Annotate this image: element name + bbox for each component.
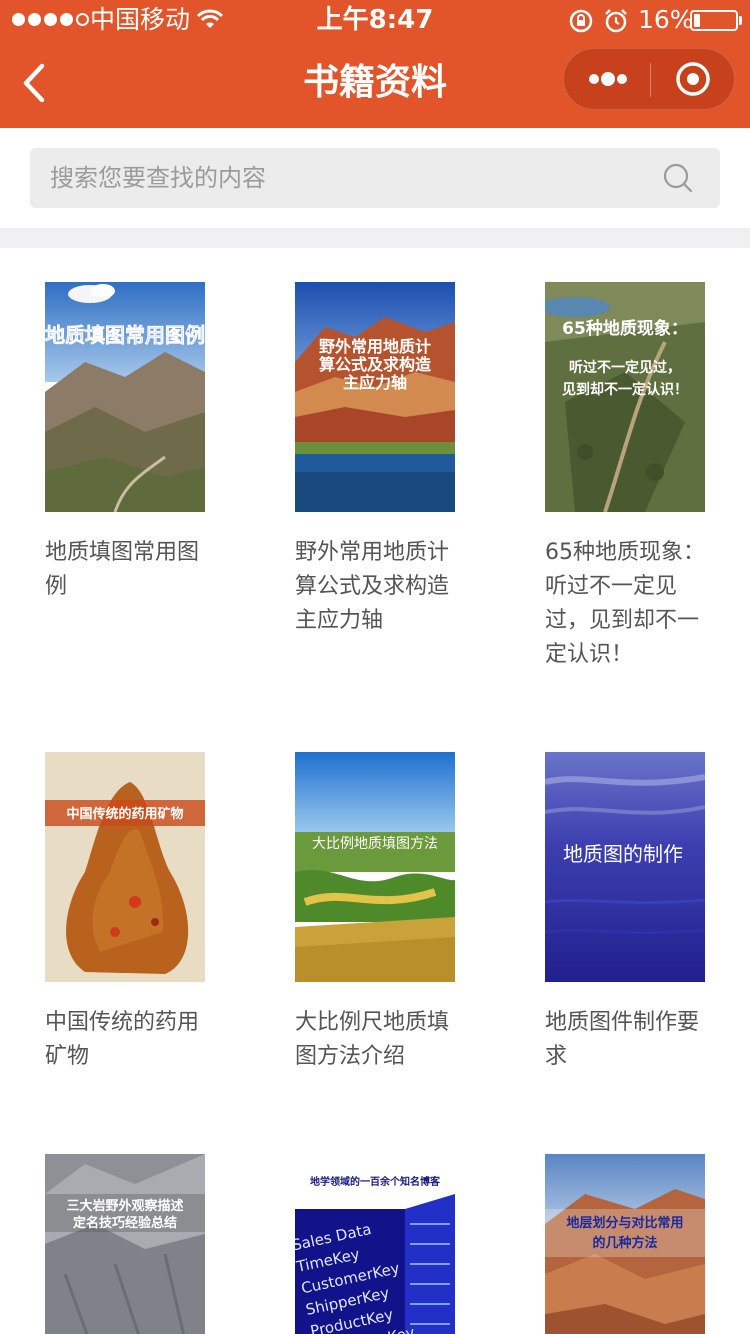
svg-text:地层划分与对比常用: 地层划分与对比常用	[566, 1215, 683, 1231]
svg-text:三大岩野外观察描述: 三大岩野外观察描述	[66, 1198, 183, 1214]
book-cover[interactable]: 大比例地质填图方法	[295, 752, 455, 982]
book-cover[interactable]: 地学领域的一百余个知名博客 Sales Data TimeKey Custome…	[295, 1154, 455, 1334]
miniprogram-capsule	[563, 48, 735, 110]
battery-tip	[739, 16, 742, 25]
section-divider	[0, 228, 750, 248]
book-title[interactable]: 中国传统的药用矿物	[45, 1006, 205, 1074]
search-bar[interactable]	[30, 148, 720, 208]
cover-text: 中国传统的药用矿物	[66, 806, 183, 822]
status-bar: 中国移动 上午8:47 16%	[0, 0, 750, 40]
book-title[interactable]: 地质图件制作要求	[545, 1006, 705, 1074]
battery-percent: 16%	[638, 5, 694, 34]
svg-text:的几种方法: 的几种方法	[592, 1235, 657, 1251]
svg-text:听过不一定见过，: 听过不一定见过，	[569, 359, 681, 376]
book-title[interactable]: 大比例尺地质填图方法介绍	[295, 1006, 455, 1074]
search-icon[interactable]	[662, 162, 694, 194]
search-input[interactable]	[50, 148, 650, 208]
target-close-icon	[676, 62, 710, 96]
book-title[interactable]: 地质填图常用图例	[45, 536, 205, 604]
svg-text:见到却不一定认识！: 见到却不一定认识！	[562, 381, 688, 398]
book-cover[interactable]: 地质填图常用图例	[45, 282, 205, 512]
book-title[interactable]: 65种地质现象：听过不一定见过，见到却不一定认识！	[545, 536, 705, 672]
book-cover[interactable]: 地层划分与对比常用 的几种方法	[545, 1154, 705, 1334]
more-button[interactable]	[564, 49, 650, 109]
cover-text: 大比例地质填图方法	[312, 836, 438, 852]
book-cover[interactable]: 地质图的制作	[545, 752, 705, 982]
cover-text: 地质填图常用图例	[45, 323, 205, 347]
book-cover[interactable]: 65种地质现象： 听过不一定见过， 见到却不一定认识！	[545, 282, 705, 512]
search-area	[0, 128, 750, 228]
svg-text:定名技巧经验总结: 定名技巧经验总结	[72, 1215, 177, 1231]
book-cover[interactable]: 中国传统的药用矿物	[45, 752, 205, 982]
book-cover[interactable]: 三大岩野外观察描述 定名技巧经验总结	[45, 1154, 205, 1334]
battery-icon	[690, 10, 738, 31]
rotation-lock-icon	[568, 8, 594, 38]
cover-text: 地质图的制作	[563, 842, 683, 866]
alarm-icon	[603, 8, 629, 38]
cover-text: 地学领域的一百余个知名博客	[310, 1175, 441, 1188]
book-title[interactable]: 野外常用地质计算公式及求构造主应力轴	[295, 536, 455, 638]
nav-bar: 书籍资料	[0, 40, 750, 128]
svg-text:65种地质现象：: 65种地质现象：	[562, 318, 688, 339]
book-cover[interactable]: 野外常用地质计算公式及求构造主应力轴	[295, 282, 455, 512]
more-dots-icon	[589, 72, 627, 86]
close-button[interactable]	[651, 49, 736, 109]
